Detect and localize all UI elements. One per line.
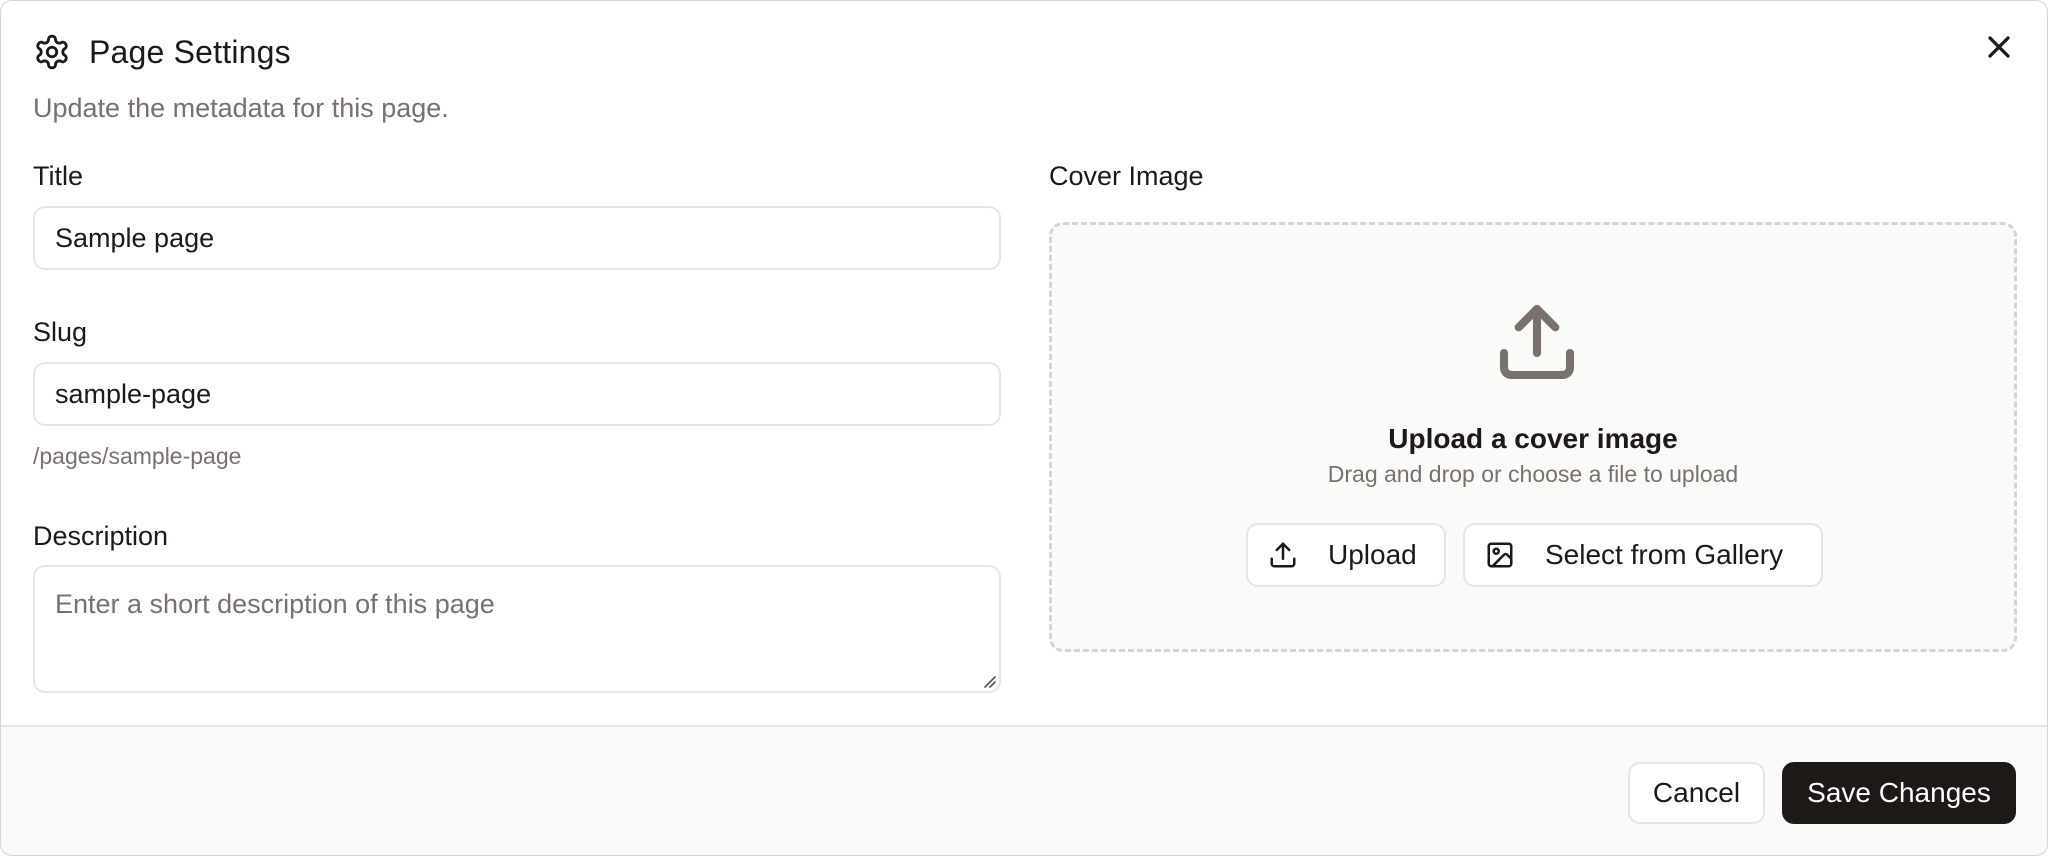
resize-handle-icon[interactable]: [981, 673, 997, 689]
description-textarea[interactable]: [33, 565, 1001, 693]
title-input[interactable]: [33, 206, 1001, 270]
dropzone-title: Upload a cover image: [1388, 423, 1678, 454]
cancel-button[interactable]: Cancel: [1628, 762, 1765, 824]
title-label: Title: [33, 161, 84, 191]
cover-image-dropzone[interactable]: Upload a cover image Drag and drop or ch…: [1049, 222, 2017, 652]
upload-button-label: Upload: [1328, 539, 1417, 570]
dialog-title: Page Settings: [89, 33, 291, 70]
slug-input[interactable]: [33, 362, 1001, 426]
upload-button[interactable]: Upload: [1246, 523, 1446, 587]
upload-icon: [1270, 542, 1296, 568]
dropzone-subtitle: Drag and drop or choose a file to upload: [1327, 461, 1739, 487]
dialog-footer: Cancel Save Changes: [1, 725, 2047, 855]
dialog-subtitle: Update the metadata for this page.: [33, 93, 449, 123]
page-settings-dialog: Page Settings Update the metadata for th…: [0, 0, 2048, 856]
close-button[interactable]: [1981, 29, 2017, 65]
select-from-gallery-button[interactable]: Select from Gallery: [1463, 523, 1823, 587]
dialog-header: Page Settings: [33, 33, 291, 71]
slug-label: Slug: [33, 317, 88, 347]
image-icon: [1487, 542, 1513, 568]
cover-image-label: Cover Image: [1049, 161, 1204, 191]
slug-hint: /pages/sample-page: [33, 443, 242, 469]
description-label: Description: [33, 521, 169, 551]
gallery-button-label: Select from Gallery: [1545, 539, 1784, 570]
gear-icon: [36, 34, 68, 70]
close-icon: [1988, 36, 2010, 58]
save-changes-button[interactable]: Save Changes: [1782, 762, 2016, 824]
upload-icon: [1499, 304, 1575, 380]
